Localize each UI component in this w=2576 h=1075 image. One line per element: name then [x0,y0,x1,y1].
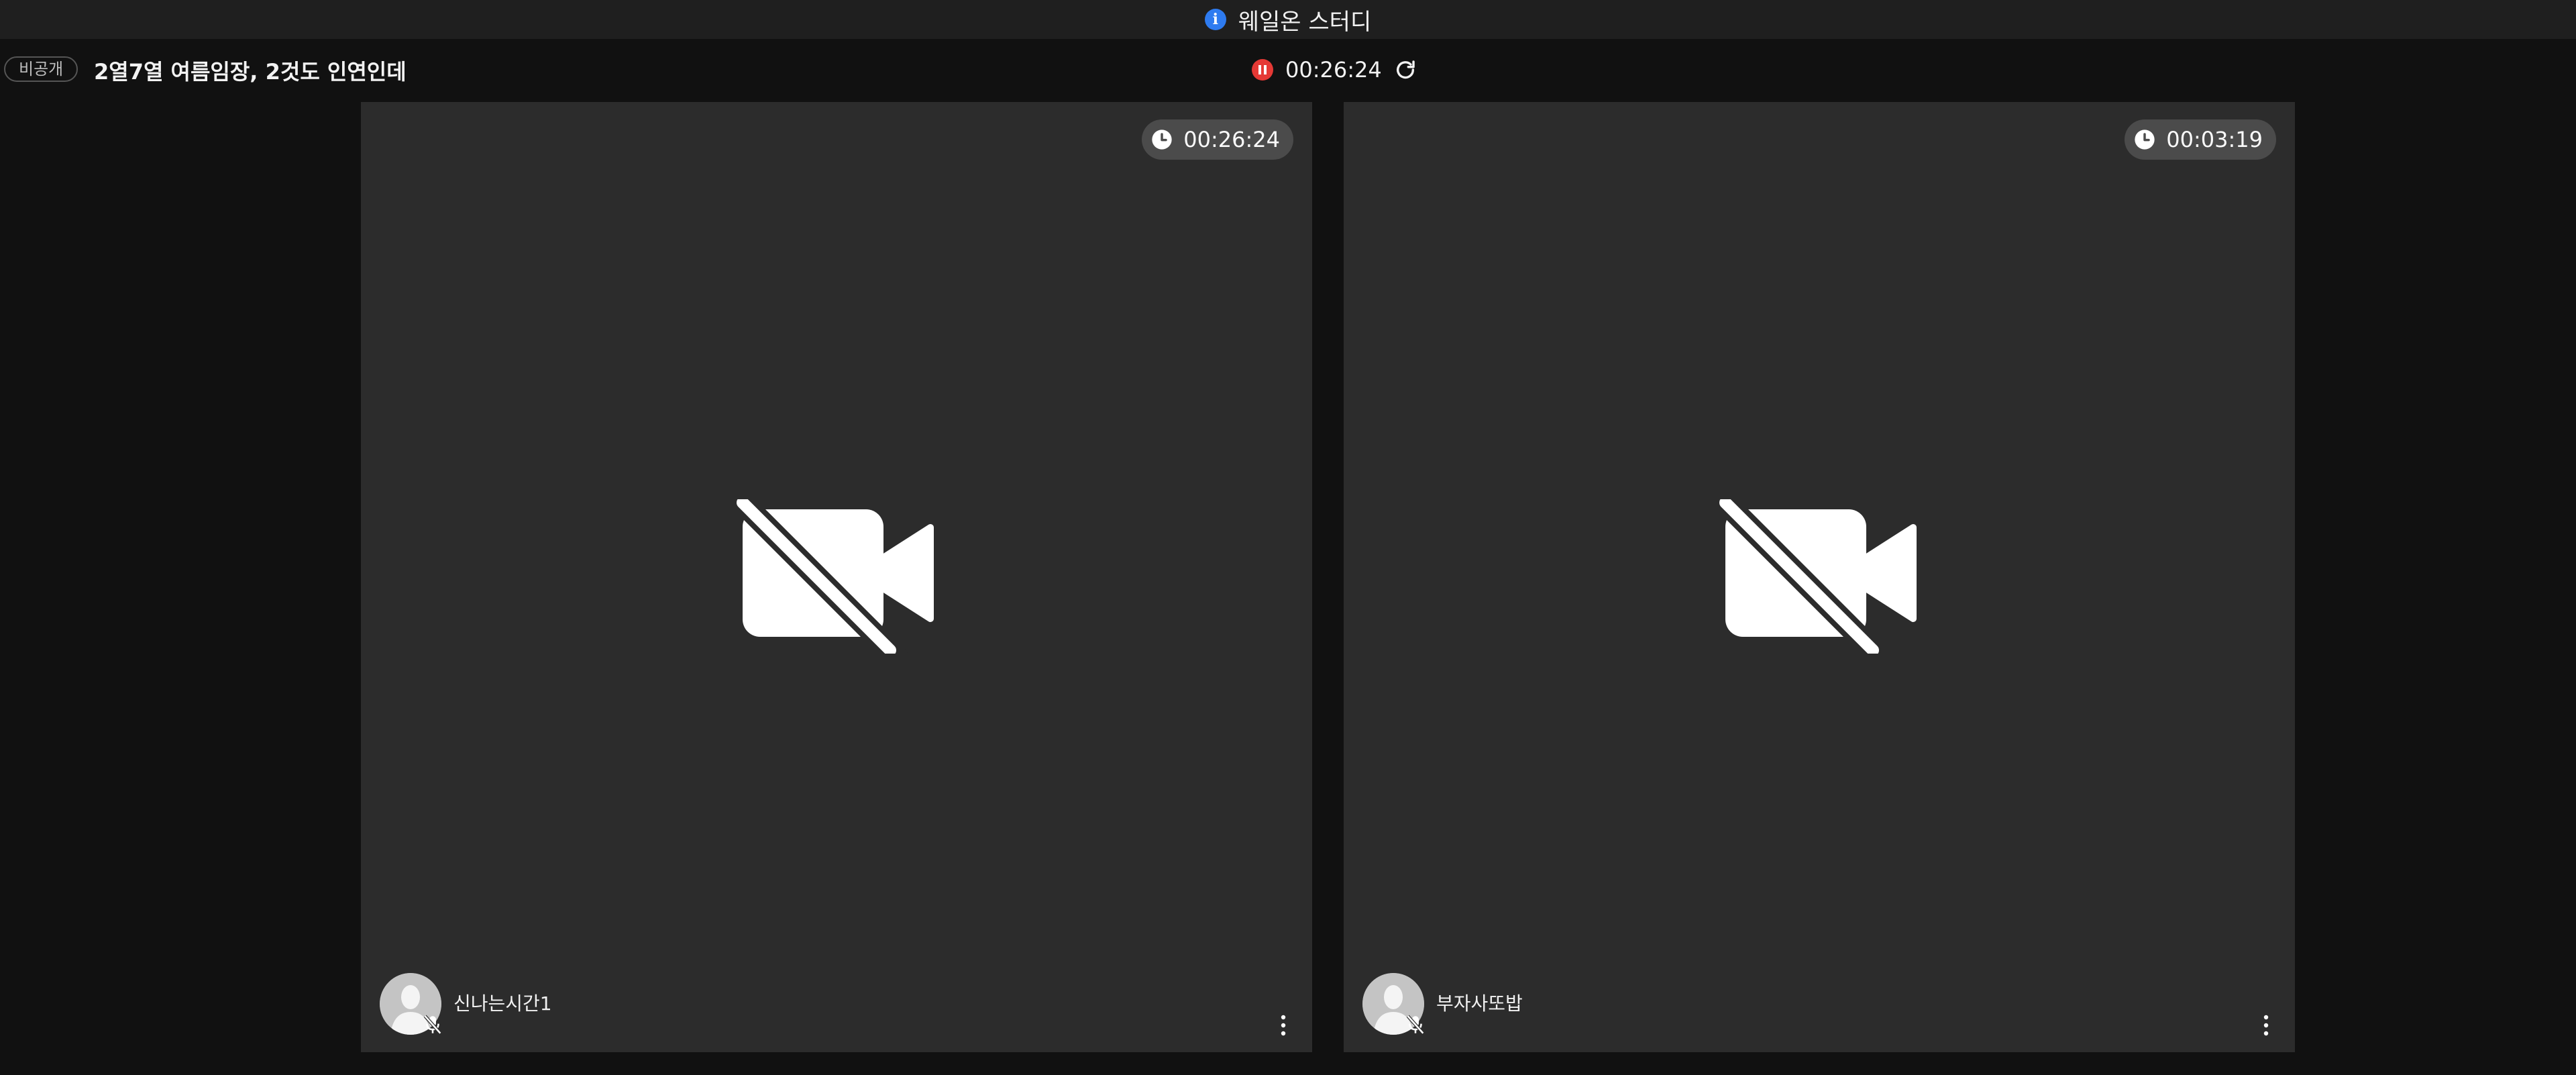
more-options-icon[interactable] [1279,1012,1288,1039]
app-title: 웨일온 스터디 [1238,8,1372,36]
more-options-icon[interactable] [2261,1012,2271,1039]
participant-name: 신나는시간1 [453,992,552,1015]
visibility-badge: 비공개 [4,56,78,82]
participant-timer: 00:03:19 [2125,119,2276,160]
participant-timer-text: 00:03:19 [2166,127,2263,152]
room-title: 2열7열 여름임장, 2것도 인연인데 [94,59,407,85]
participant-timer: 00:26:24 [1142,119,1293,160]
session-elapsed-time: 00:26:24 [1285,57,1382,83]
pause-record-icon[interactable] [1252,59,1273,81]
clock-icon [1152,130,1172,150]
refresh-icon[interactable] [1394,58,1417,81]
participant-tile[interactable]: 00:03:19 부자사또밥 [1344,102,2295,1052]
participant-name: 부자사또밥 [1436,992,1523,1015]
session-timer-group: 00:26:24 [1252,56,1417,83]
room-header: 비공개 2열7열 여름임장, 2것도 인연인데 00:26:24 [0,39,2576,102]
video-off-icon [1719,499,1917,654]
mic-off-icon [423,1015,442,1035]
participant-timer-text: 00:26:24 [1183,127,1280,152]
video-off-icon [736,499,934,654]
mic-off-icon [1406,1015,1425,1035]
info-icon[interactable]: i [1204,9,1226,30]
clock-icon [2135,130,2155,150]
app-title-bar: i 웨일온 스터디 [0,0,2576,39]
participant-tile[interactable]: 00:26:24 신나는시간1 [361,102,1312,1052]
